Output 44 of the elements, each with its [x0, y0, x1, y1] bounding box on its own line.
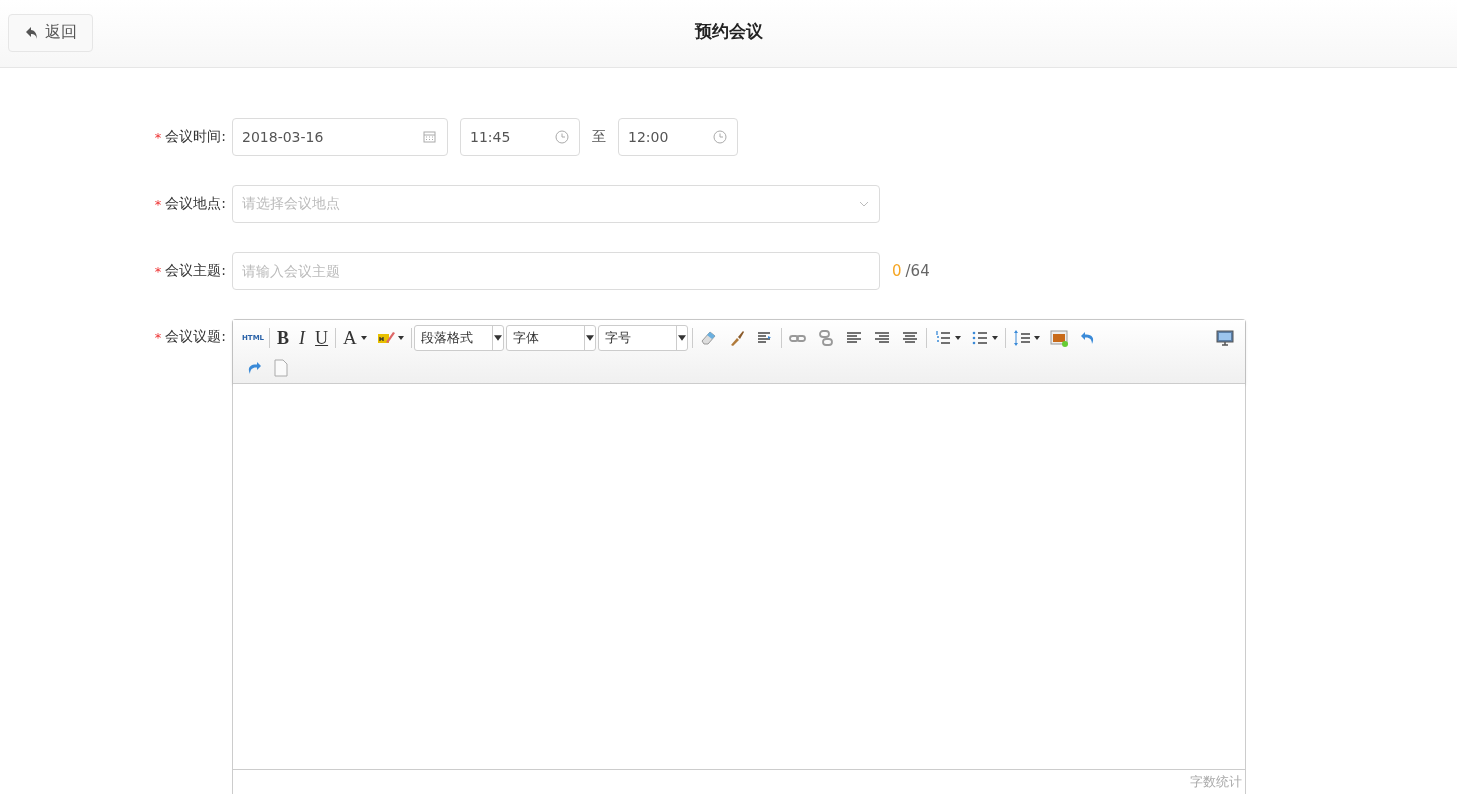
clock-icon	[555, 130, 569, 144]
numbered-list-icon[interactable]	[933, 329, 952, 347]
range-separator: 至	[592, 128, 606, 146]
italic-button[interactable]: I	[294, 325, 311, 351]
date-field[interactable]: 2018-03-16	[232, 118, 448, 156]
caret-icon[interactable]	[1033, 336, 1040, 340]
caret-icon[interactable]	[954, 336, 961, 340]
required-mark: *	[154, 196, 162, 212]
field-label: 会议议题:	[165, 328, 226, 346]
chevron-down-icon	[859, 201, 869, 207]
required-mark: *	[154, 129, 162, 145]
char-count: 0	[892, 262, 902, 280]
clock-icon	[713, 130, 727, 144]
required-mark: *	[154, 329, 162, 345]
field-label: 会议主题:	[165, 262, 226, 280]
caret-icon[interactable]	[991, 336, 998, 340]
font-size-select[interactable]: 字号	[597, 325, 688, 351]
required-mark: *	[154, 263, 162, 279]
word-count-label: 字数统计	[1190, 773, 1242, 791]
bold-button[interactable]: B	[272, 325, 295, 351]
unlink-icon[interactable]	[816, 329, 835, 347]
time-field[interactable]: 11:45	[460, 118, 580, 156]
font-family-select[interactable]: 字体	[505, 325, 596, 351]
bulleted-list-icon[interactable]	[970, 329, 989, 347]
font-color-button[interactable]: A	[338, 325, 372, 351]
caret-icon[interactable]	[397, 336, 404, 340]
caret-icon	[360, 336, 367, 340]
field-label: 会议时间:	[165, 128, 226, 146]
reply-arrow-icon	[24, 25, 39, 40]
calendar-icon	[423, 130, 437, 144]
caret-icon	[583, 326, 595, 350]
underline-button[interactable]: U	[310, 325, 334, 351]
image-icon[interactable]	[1049, 329, 1070, 347]
line-height-icon[interactable]	[1012, 329, 1031, 347]
paragraph-format-select[interactable]: 段落格式	[413, 325, 504, 351]
caret-icon	[491, 326, 503, 350]
char-limit: /64	[905, 262, 930, 280]
monitor-icon[interactable]	[1216, 329, 1234, 347]
back-button[interactable]: 返回	[8, 13, 93, 52]
time-field[interactable]: 12:00	[618, 118, 738, 156]
subject-input[interactable]: 请输入会议主题	[232, 252, 880, 290]
page-title: 预约会议	[693, 20, 764, 43]
field-label: 会议地点:	[165, 195, 226, 213]
caret-icon	[675, 326, 687, 350]
